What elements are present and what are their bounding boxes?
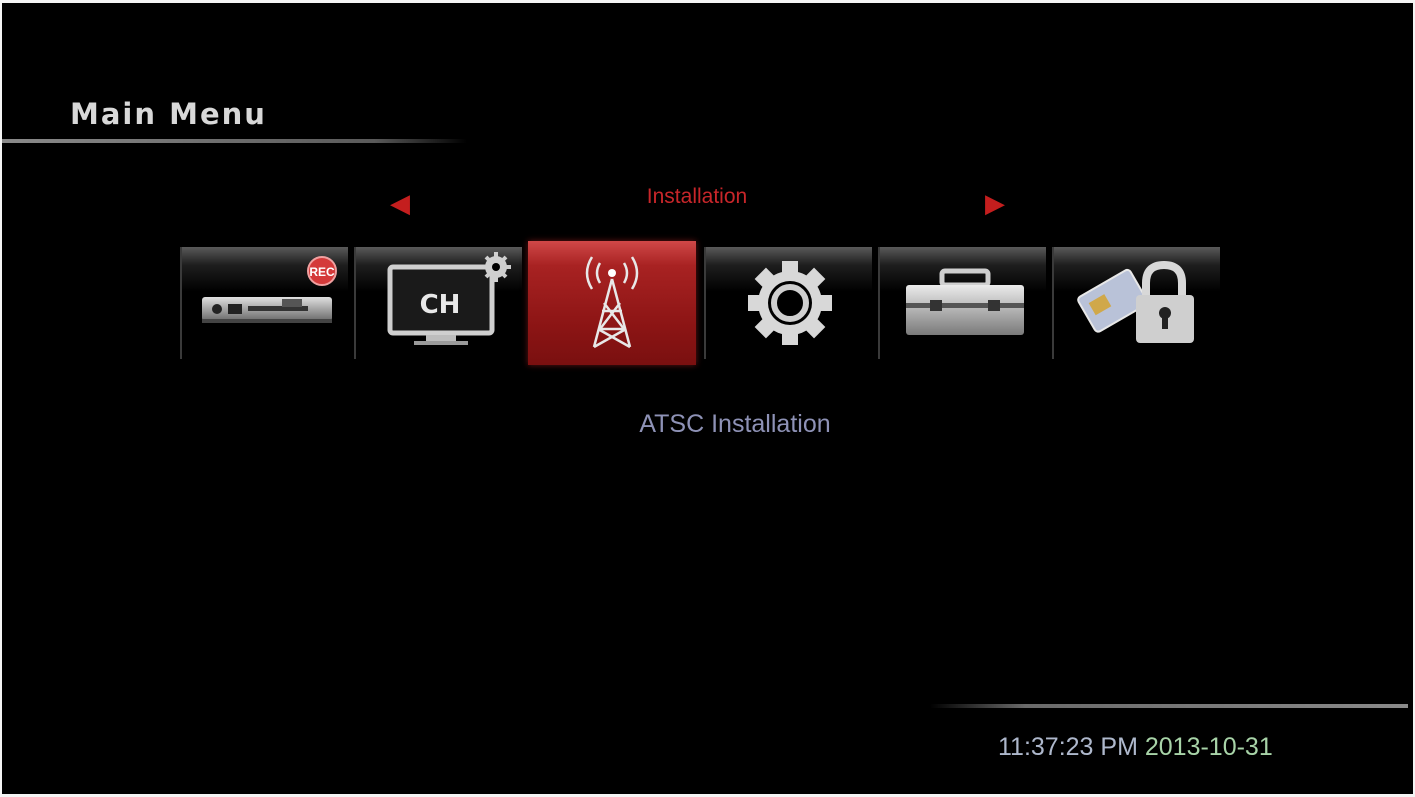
settop-box-icon: REC [202,256,337,323]
title-divider [2,139,467,143]
toolbox-icon [906,268,1024,335]
gear-icon [748,261,832,345]
clock-time: 11:37:23 PM [998,733,1138,761]
prev-category-arrow[interactable]: ◀ [390,189,410,219]
card-lock-icon [1077,260,1194,343]
antenna-tower-icon [585,256,639,349]
status-divider [930,704,1408,708]
selected-item-label: ATSC Installation [639,410,831,438]
channel-tv-icon: CH [387,252,511,345]
next-category-arrow[interactable]: ▶ [985,189,1005,219]
clock-date: 2013-10-31 [1144,733,1273,761]
menu-tile-settings[interactable] [704,247,872,359]
current-category-label: Installation [646,185,748,208]
channel-label: CH [420,290,461,320]
main-menu-screen: Main Menu ◀ Installation ▶ REC CH ATSC I… [0,0,1415,797]
svg-text:REC: REC [309,265,335,279]
clock-display: 11:37:23 PM 2013-10-31 [998,733,1273,762]
menu-tile-receiver[interactable]: REC [180,247,348,359]
menu-tile-installation[interactable] [528,241,696,365]
menu-tile-tools[interactable] [878,247,1046,359]
page-title: Main Menu [70,97,267,131]
menu-tile-conditional-access[interactable] [1052,247,1220,359]
menu-tile-channel[interactable]: CH [354,247,522,359]
